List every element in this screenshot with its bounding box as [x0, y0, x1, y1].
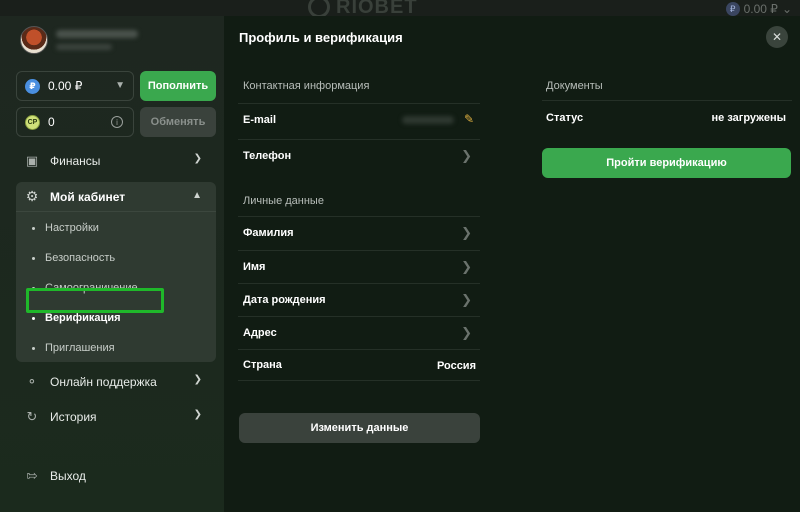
history-icon: ↻	[26, 409, 38, 424]
cp-balance: CP 0 i	[16, 107, 134, 137]
cp-value: 0	[48, 115, 55, 129]
chevron-right-icon: ❯	[461, 259, 472, 274]
row-label: Дата рождения	[243, 293, 326, 306]
close-icon: ✕	[771, 30, 783, 44]
sidebar-item-label: Финансы	[50, 154, 101, 168]
ruble-coin-icon: ₽	[25, 78, 40, 94]
chevron-right-icon: ❯	[461, 325, 472, 340]
sidebar-item-label: Онлайн поддержка	[50, 375, 157, 389]
balance-value: 0.00 ₽	[48, 79, 83, 93]
headset-icon: ⚬	[26, 374, 38, 389]
avatar[interactable]	[20, 26, 48, 54]
sidebar-item-finance[interactable]: ▣ Финансы ❯	[16, 146, 216, 176]
personal-section-title: Личные данные	[243, 195, 324, 207]
status-value: не загружены	[711, 112, 786, 124]
ruble-coin-icon: ₽	[725, 2, 740, 16]
sidebar-subitem-security[interactable]: Безопасность	[32, 248, 115, 268]
sidebar-item-label: История	[50, 410, 97, 424]
sidebar: ₽ 0.00 ₽ ▼ Пополнить CP 0 i Обменять ▣ Ф…	[0, 16, 224, 512]
pencil-icon[interactable]: ✎	[464, 112, 474, 126]
row-label: E-mail	[243, 113, 277, 126]
deposit-button[interactable]: Пополнить	[140, 71, 216, 101]
bullet	[32, 226, 35, 230]
phone-row[interactable]: Телефон ❯	[238, 139, 480, 171]
country-value: Россия	[436, 360, 476, 372]
row-label: Адрес	[243, 326, 277, 339]
exchange-button[interactable]: Обменять	[140, 107, 216, 137]
start-verification-button[interactable]: Пройти верификацию	[542, 148, 791, 178]
bullet	[32, 256, 35, 260]
documents-status-row: Статус не загружены	[542, 100, 792, 134]
sidebar-subitem-invitations[interactable]: Приглашения	[32, 338, 115, 358]
bullet	[32, 346, 35, 350]
chevron-right-icon: ❯	[461, 148, 472, 163]
name-row[interactable]: Имя ❯	[238, 250, 480, 282]
wallet-icon: ▣	[25, 153, 39, 168]
profile-modal: ₽ 0.00 ₽ ▼ Пополнить CP 0 i Обменять ▣ Ф…	[0, 16, 800, 512]
sidebar-subitem-settings[interactable]: Настройки	[32, 218, 99, 238]
info-icon[interactable]: i	[111, 116, 123, 128]
chevron-down-icon: ▼	[115, 80, 125, 91]
gear-icon: ⚙	[25, 188, 39, 204]
row-label: Фамилия	[243, 226, 294, 239]
subitem-label: Верификация	[45, 312, 121, 324]
chevron-up-icon: ▲	[192, 190, 202, 201]
change-data-button[interactable]: Изменить данные	[239, 413, 480, 443]
cp-coin-icon: CP	[25, 114, 40, 130]
logout-button[interactable]: ⇰ Выход	[16, 461, 216, 491]
sidebar-item-history[interactable]: ↻ История ❯	[16, 402, 216, 432]
username-redacted	[56, 30, 138, 38]
status-label: Статус	[546, 111, 584, 124]
sidebar-item-support[interactable]: ⚬ Онлайн поддержка ❯	[16, 367, 216, 397]
contact-section-title: Контактная информация	[243, 80, 370, 92]
email-row: E-mail ✎	[238, 103, 480, 135]
address-row[interactable]: Адрес ❯	[238, 316, 480, 348]
subitem-label: Настройки	[45, 222, 99, 234]
header-balance: ₽ 0.00 ₽ ⌄	[725, 1, 792, 17]
close-button[interactable]: ✕	[766, 26, 788, 48]
documents-section-title: Документы	[546, 80, 603, 92]
email-redacted	[402, 116, 454, 124]
user-id-redacted	[56, 44, 112, 50]
logout-label: Выход	[50, 469, 86, 483]
chevron-down-icon: ❯	[193, 409, 202, 420]
bullet	[32, 316, 35, 320]
verification-highlight	[26, 288, 164, 313]
row-label: Имя	[243, 260, 266, 273]
row-label: Телефон	[243, 149, 292, 162]
chevron-down-icon: ⌄	[781, 2, 792, 16]
page-title: Профиль и верификация	[239, 30, 403, 45]
chevron-right-icon: ❯	[461, 225, 472, 240]
chevron-down-icon: ❯	[193, 153, 202, 164]
balance-selector[interactable]: ₽ 0.00 ₽ ▼	[16, 71, 134, 101]
subitem-label: Безопасность	[45, 252, 116, 264]
row-label: Страна	[243, 359, 282, 371]
birthdate-row[interactable]: Дата рождения ❯	[238, 283, 480, 315]
sidebar-item-cabinet[interactable]: ⚙ Мой кабинет ▲	[16, 182, 216, 212]
logout-icon: ⇰	[26, 468, 38, 483]
chevron-down-icon: ❯	[193, 374, 202, 385]
header-balance-value: 0.00 ₽	[743, 2, 778, 16]
sidebar-item-label: Мой кабинет	[50, 189, 126, 204]
chevron-right-icon: ❯	[461, 292, 472, 307]
country-row: Страна Россия	[238, 349, 480, 381]
cabinet-group: ⚙ Мой кабинет ▲ Настройки Безопасность С…	[16, 182, 216, 362]
surname-row[interactable]: Фамилия ❯	[238, 216, 480, 248]
subitem-label: Приглашения	[45, 342, 115, 354]
